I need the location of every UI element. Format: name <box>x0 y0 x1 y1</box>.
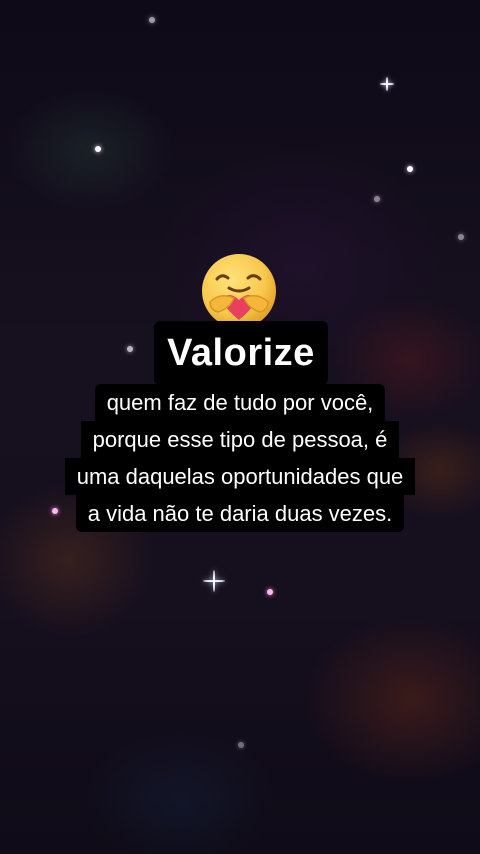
caption-line: a vida não te daria duas vezes. <box>75 495 405 532</box>
story-screen: Valorize quem faz de tudo por você, porq… <box>0 0 480 854</box>
caption-block: quem faz de tudo por você, porque esse t… <box>0 384 480 532</box>
caption-line: uma daquelas oportunidades que <box>64 458 416 495</box>
caption-line: porque esse tipo de pessoa, é <box>80 421 400 458</box>
care-hug-emoji-icon <box>202 254 276 328</box>
caption-line: quem faz de tudo por você, <box>94 384 386 421</box>
title-caption: Valorize <box>154 321 328 385</box>
post-title: Valorize <box>167 331 315 374</box>
